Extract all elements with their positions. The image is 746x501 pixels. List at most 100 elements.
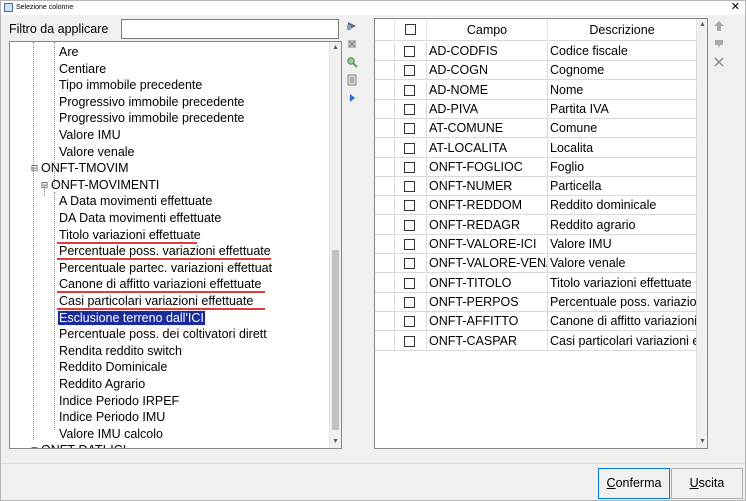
row-checkbox-cell[interactable]: [395, 235, 427, 254]
row-checkbox[interactable]: [404, 219, 415, 231]
tree-item[interactable]: Progressivo immobile precedente: [58, 94, 246, 110]
tree-item[interactable]: Indice Periodo IMU: [58, 409, 166, 425]
row-checkbox-cell[interactable]: [395, 119, 427, 139]
row-checkbox[interactable]: [404, 239, 415, 250]
tree-node[interactable]: ⊟ ONFT-TMOVIM: [30, 160, 130, 176]
scroll-down-icon[interactable]: ▼: [330, 436, 341, 448]
find-icon[interactable]: [345, 55, 359, 69]
tree-node[interactable]: ⊞ONFT-DATI-ICI: [30, 442, 127, 448]
row-checkbox-cell[interactable]: [395, 80, 427, 100]
tree-item[interactable]: Canone di affitto variazioni effettuate: [58, 276, 262, 292]
descrizione-cell[interactable]: Partita IVA: [548, 99, 697, 119]
descrizione-cell[interactable]: Localita: [548, 138, 697, 158]
descrizione-cell[interactable]: Titolo variazioni effettuate: [548, 273, 697, 293]
descrizione-cell[interactable]: Valore venale: [548, 254, 697, 274]
row-checkbox[interactable]: [404, 181, 415, 193]
campo-cell[interactable]: ONFT-AFFITTO: [427, 312, 548, 332]
header-campo[interactable]: Campo: [427, 19, 548, 41]
descrizione-cell[interactable]: Canone di affitto variazioni: [548, 312, 697, 332]
row-checkbox-cell[interactable]: [395, 312, 427, 332]
row-checkbox-cell[interactable]: [395, 331, 427, 351]
table-row[interactable]: ONFT-VALORE-ICI Valore IMU: [375, 235, 697, 254]
tree-item[interactable]: Centiare: [58, 61, 107, 77]
table-row[interactable]: ONFT-TITOLO Titolo variazioni effettuate: [375, 273, 697, 293]
descrizione-cell[interactable]: Particella: [548, 177, 697, 197]
tree-item[interactable]: A Data movimenti effettuate: [58, 193, 213, 209]
tree-item[interactable]: Progressivo immobile precedente: [58, 110, 246, 126]
campo-cell[interactable]: ONFT-PERPOS: [427, 292, 548, 312]
table-row[interactable]: ONFT-FOGLIOC Foglio: [375, 157, 697, 177]
descrizione-cell[interactable]: Valore IMU: [548, 235, 697, 254]
collapse-icon[interactable]: ⊟: [40, 180, 49, 190]
header-select-all[interactable]: [395, 19, 427, 41]
tree-item[interactable]: Valore IMU: [58, 127, 122, 143]
tree-item[interactable]: DA Data movimenti effettuate: [58, 210, 222, 226]
tree-item[interactable]: Are: [58, 44, 79, 60]
descrizione-cell[interactable]: Cognome: [548, 61, 697, 81]
campo-cell[interactable]: ONFT-TITOLO: [427, 273, 548, 293]
tree-item[interactable]: Indice Periodo IRPEF: [58, 393, 180, 409]
table-row[interactable]: AD-PIVA Partita IVA: [375, 99, 697, 119]
tree-item[interactable]: Esclusione terreno dall'ICI: [57, 309, 206, 326]
row-checkbox-cell[interactable]: [395, 42, 427, 61]
row-checkbox[interactable]: [404, 142, 415, 154]
table-row[interactable]: AD-CODFIS Codice fiscale: [375, 42, 697, 61]
exit-button[interactable]: Uscita: [671, 468, 743, 499]
table-row[interactable]: ONFT-NUMER Particella: [375, 177, 697, 197]
row-checkbox[interactable]: [404, 258, 415, 270]
table-row[interactable]: ONFT-CASPAR Casi particolari variazioni e…: [375, 331, 697, 351]
row-checkbox-cell[interactable]: [395, 177, 427, 197]
scroll-up-icon[interactable]: ▲: [697, 19, 707, 31]
tree-item[interactable]: Percentuale poss. variazioni effettuate: [58, 243, 272, 259]
delete-icon[interactable]: [711, 55, 727, 69]
table-row[interactable]: ONFT-AFFITTO Canone di affitto variazioni: [375, 312, 697, 332]
row-checkbox-cell[interactable]: [395, 215, 427, 235]
confirm-button[interactable]: Conferma: [598, 468, 670, 499]
move-up-icon[interactable]: [711, 19, 727, 33]
row-checkbox[interactable]: [404, 103, 415, 115]
campo-cell[interactable]: AD-CODFIS: [427, 42, 548, 61]
list-icon[interactable]: [345, 73, 359, 87]
descrizione-cell[interactable]: Reddito dominicale: [548, 196, 697, 216]
close-icon[interactable]: ✕: [731, 0, 740, 14]
tree-item[interactable]: Percentuale poss. dei coltivatori dirett: [58, 326, 268, 342]
select-all-checkbox[interactable]: [405, 24, 416, 35]
campo-cell[interactable]: ONFT-VALORE-VENALE: [427, 254, 548, 274]
tree-item[interactable]: Reddito Agrario: [58, 376, 146, 392]
move-down-icon[interactable]: [711, 37, 727, 51]
row-checkbox[interactable]: [404, 277, 415, 289]
descrizione-cell[interactable]: Comune: [548, 119, 697, 139]
tree-scrollbar[interactable]: ▲ ▼: [329, 42, 341, 448]
campo-cell[interactable]: AD-NOME: [427, 80, 548, 100]
tree-item[interactable]: Reddito Dominicale: [58, 359, 168, 375]
tree-scroll-thumb[interactable]: [332, 250, 339, 430]
row-checkbox[interactable]: [404, 84, 415, 96]
tree-node[interactable]: ⊟ ONFT-MOVIMENTI: [40, 177, 160, 193]
descrizione-cell[interactable]: Percentuale poss. variazioni: [548, 292, 697, 312]
campo-cell[interactable]: ONFT-FOGLIOC: [427, 157, 548, 177]
campo-cell[interactable]: AT-LOCALITA: [427, 138, 548, 158]
campo-cell[interactable]: ONFT-REDAGR: [427, 215, 548, 235]
row-checkbox[interactable]: [404, 200, 415, 212]
campo-cell[interactable]: ONFT-NUMER: [427, 177, 548, 197]
table-row[interactable]: ONFT-PERPOS Percentuale poss. variazioni: [375, 292, 697, 312]
campo-cell[interactable]: AD-PIVA: [427, 99, 548, 119]
tree-item[interactable]: Percentuale partec. variazioni effettuat: [58, 260, 273, 276]
descrizione-cell[interactable]: Casi particolari variazioni ef: [548, 331, 697, 351]
table-row[interactable]: AD-NOME Nome: [375, 80, 697, 100]
table-row[interactable]: ONFT-VALORE-VENALEValore venale: [375, 254, 697, 274]
tree-item[interactable]: Titolo variazioni effettuate: [58, 227, 202, 243]
descrizione-cell[interactable]: Nome: [548, 80, 697, 100]
table-row[interactable]: ONFT-REDDOM Reddito dominicale: [375, 196, 697, 216]
expand-icon[interactable]: ⊞: [30, 446, 39, 448]
row-checkbox[interactable]: [404, 161, 415, 173]
remove-column-icon[interactable]: [345, 37, 359, 51]
row-checkbox[interactable]: [404, 65, 415, 77]
row-checkbox[interactable]: [404, 335, 415, 347]
campo-cell[interactable]: AD-COGN: [427, 61, 548, 81]
row-checkbox-cell[interactable]: [395, 61, 427, 81]
filter-input[interactable]: [121, 19, 339, 39]
campo-cell[interactable]: ONFT-CASPAR: [427, 331, 548, 351]
tree-item[interactable]: Tipo immobile precedente: [58, 77, 203, 93]
row-checkbox-cell[interactable]: [395, 196, 427, 216]
